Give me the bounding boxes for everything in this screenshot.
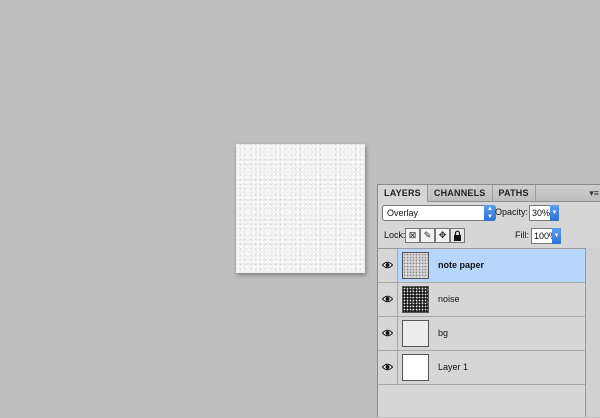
panel-tab-bar: LAYERS CHANNELS PATHS ▾≡ <box>378 185 600 202</box>
transparency-lock-icon[interactable]: ⊠ <box>405 228 420 243</box>
padlock-icon[interactable] <box>450 228 465 243</box>
eye-icon <box>382 261 393 269</box>
layers-list: note paper noise bg Layer 1 <box>378 248 585 418</box>
layer-row-layer-1[interactable]: Layer 1 <box>378 351 585 385</box>
layers-scrollbar[interactable] <box>585 248 600 417</box>
layers-panel: LAYERS CHANNELS PATHS ▾≡ Overlay ▲ ▼ Opac… <box>377 184 600 417</box>
opacity-label: Opacity: <box>495 207 529 217</box>
layer-thumbnail <box>402 252 429 279</box>
layer-thumbnail <box>402 354 429 381</box>
lock-fill-row: Lock: ⊠ ✎ ✥ Fill: 100% ▼ <box>382 228 597 245</box>
tab-paths[interactable]: PATHS <box>493 185 536 201</box>
fill-field[interactable]: 100% ▼ <box>531 228 561 244</box>
canvas-document[interactable] <box>236 144 365 273</box>
opacity-dropdown-icon[interactable]: ▼ <box>550 205 559 221</box>
layer-thumbnail <box>402 320 429 347</box>
brush-icon[interactable]: ✎ <box>420 228 435 243</box>
blend-mode-select[interactable]: Overlay ▲ ▼ <box>382 205 496 221</box>
visibility-toggle[interactable] <box>378 351 398 384</box>
visibility-toggle[interactable] <box>378 249 398 282</box>
lock-label: Lock: <box>384 230 406 240</box>
opacity-value: 30% <box>532 208 551 218</box>
blend-opacity-row: Overlay ▲ ▼ Opacity: 30% ▼ <box>382 205 597 222</box>
tab-layers[interactable]: LAYERS <box>378 185 428 202</box>
blend-mode-value: Overlay <box>387 208 419 218</box>
layer-row-noise[interactable]: noise <box>378 283 585 317</box>
layer-name[interactable]: bg <box>438 317 448 350</box>
eye-icon <box>382 363 393 371</box>
layer-row-note-paper[interactable]: note paper <box>378 249 585 283</box>
move-icon[interactable]: ✥ <box>435 228 450 243</box>
eye-icon <box>382 295 393 303</box>
layer-row-bg[interactable]: bg <box>378 317 585 351</box>
opacity-field[interactable]: 30% ▼ <box>529 205 559 221</box>
visibility-toggle[interactable] <box>378 283 398 316</box>
panel-menu-icon[interactable]: ▾≡ <box>589 185 599 201</box>
layer-name[interactable]: noise <box>438 283 460 316</box>
fill-label: Fill: <box>515 230 529 240</box>
eye-icon <box>382 329 393 337</box>
layer-name[interactable]: Layer 1 <box>438 351 468 384</box>
visibility-toggle[interactable] <box>378 317 398 350</box>
tab-channels[interactable]: CHANNELS <box>428 185 493 201</box>
layer-thumbnail <box>402 286 429 313</box>
layer-name[interactable]: note paper <box>438 249 484 282</box>
fill-dropdown-icon[interactable]: ▼ <box>552 228 561 244</box>
